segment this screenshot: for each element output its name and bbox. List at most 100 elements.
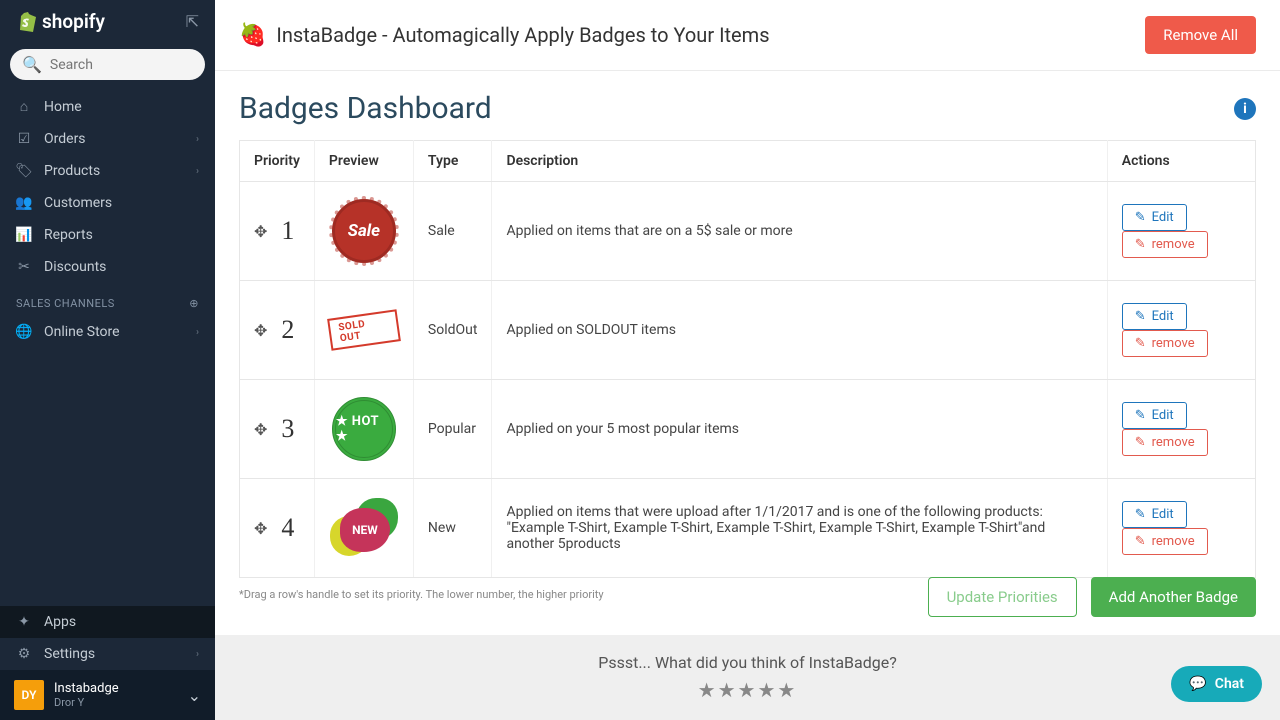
col-type: Type: [413, 141, 492, 182]
priority-number: 1: [281, 216, 294, 246]
badge-preview: SOLD OUT: [329, 295, 399, 365]
badge-preview: NEW: [329, 493, 399, 563]
priority-number: 3: [281, 414, 294, 444]
remove-button[interactable]: ✎remove: [1122, 330, 1208, 357]
add-channel-icon[interactable]: ⊕: [189, 297, 199, 310]
external-link-icon[interactable]: ⇱: [186, 12, 199, 31]
add-badge-button[interactable]: Add Another Badge: [1091, 577, 1256, 617]
pencil-icon: ✎: [1135, 534, 1146, 549]
search-input[interactable]: [50, 57, 228, 73]
avatar: DY: [14, 680, 44, 710]
pencil-icon: ✎: [1135, 408, 1146, 423]
sidebar-item-settings[interactable]: ⚙Settings›: [0, 638, 215, 670]
drag-handle-icon[interactable]: ✥: [254, 420, 267, 439]
chevron-right-icon: ›: [196, 649, 199, 660]
main-content: 🍓 InstaBadge - Automagically Apply Badge…: [215, 0, 1280, 720]
feedback-prompt: Pssst... What did you think of InstaBadg…: [233, 653, 1262, 672]
nav-icon: ☑: [16, 131, 32, 147]
update-priorities-button[interactable]: Update Priorities: [928, 577, 1077, 617]
edit-button[interactable]: ✎Edit: [1122, 501, 1187, 528]
priority-number: 4: [281, 513, 294, 543]
pencil-icon: ✎: [1135, 507, 1146, 522]
pencil-icon: ✎: [1135, 336, 1146, 351]
strawberry-icon: 🍓: [239, 23, 266, 48]
table-row: ✥ 3 ★ HOT ★ PopularApplied on your 5 most p…: [240, 380, 1256, 479]
nav-icon: ⚙: [16, 646, 32, 662]
chevron-right-icon: ›: [196, 166, 199, 177]
badge-description: Applied on items that were upload after …: [492, 479, 1107, 578]
pencil-icon: ✎: [1135, 237, 1146, 252]
chat-widget[interactable]: 💬 Chat: [1171, 666, 1262, 702]
edit-button[interactable]: ✎Edit: [1122, 204, 1187, 231]
sales-channels-header: SALES CHANNELS ⊕: [0, 283, 215, 316]
nav-icon: 👥: [16, 195, 32, 211]
table-row: ✥ 4 NEWNewApplied on items that were uploa…: [240, 479, 1256, 578]
drag-handle-icon[interactable]: ✥: [254, 519, 267, 538]
chevron-right-icon: ›: [196, 134, 199, 145]
sidebar-item-customers[interactable]: 👥Customers: [0, 187, 215, 219]
sidebar-item-products[interactable]: 🏷Products›: [0, 155, 215, 187]
col-actions: Actions: [1107, 141, 1255, 182]
nav-icon: ✂: [16, 259, 32, 275]
sidebar: shopify ⇱ 🔍 ⌂Home☑Orders›🏷Products›👥Cust…: [0, 0, 215, 720]
badge-type: SoldOut: [413, 281, 492, 380]
badge-description: Applied on items that are on a 5$ sale o…: [492, 182, 1107, 281]
account-switcher[interactable]: DY Instabadge Dror Y ⌄: [0, 670, 215, 720]
badge-preview: Sale: [329, 196, 399, 266]
nav-icon: ⌂: [16, 98, 32, 115]
drag-handle-icon[interactable]: ✥: [254, 222, 267, 241]
badges-table: Priority Preview Type Description Action…: [239, 140, 1256, 578]
sidebar-item-orders[interactable]: ☑Orders›: [0, 123, 215, 155]
new-badge-icon: NEW: [330, 498, 398, 558]
col-priority: Priority: [240, 141, 315, 182]
app-header: 🍓 InstaBadge - Automagically Apply Badge…: [215, 0, 1280, 71]
nav-icon: ✦: [16, 614, 32, 630]
sidebar-item-home[interactable]: ⌂Home: [0, 90, 215, 123]
shopify-bag-icon: [16, 11, 36, 33]
badge-type: Popular: [413, 380, 492, 479]
table-row: ✥ 2 SOLD OUT SoldOutApplied on SOLDOUT item…: [240, 281, 1256, 380]
nav-icon: 🏷: [16, 163, 32, 179]
badge-description: Applied on your 5 most popular items: [492, 380, 1107, 479]
feedback-footer: Pssst... What did you think of InstaBadg…: [215, 635, 1280, 720]
col-description: Description: [492, 141, 1107, 182]
drag-handle-icon[interactable]: ✥: [254, 321, 267, 340]
pencil-icon: ✎: [1135, 309, 1146, 324]
badge-type: New: [413, 479, 492, 578]
sidebar-item-reports[interactable]: 📊Reports: [0, 219, 215, 251]
soldout-badge-icon: SOLD OUT: [327, 309, 401, 350]
priority-number: 2: [281, 315, 294, 345]
remove-button[interactable]: ✎remove: [1122, 231, 1208, 258]
remove-all-button[interactable]: Remove All: [1145, 16, 1256, 54]
pencil-icon: ✎: [1135, 435, 1146, 450]
edit-button[interactable]: ✎Edit: [1122, 303, 1187, 330]
info-icon[interactable]: i: [1234, 98, 1256, 120]
pencil-icon: ✎: [1135, 210, 1146, 225]
chat-icon: 💬: [1189, 676, 1206, 692]
search-box[interactable]: 🔍: [10, 49, 205, 80]
badge-type: Sale: [413, 182, 492, 281]
chevron-right-icon: ›: [196, 327, 199, 338]
badge-preview: ★ HOT ★: [329, 394, 399, 464]
remove-button[interactable]: ✎remove: [1122, 429, 1208, 456]
nav-icon: 📊: [16, 227, 32, 243]
sidebar-item-apps[interactable]: ✦Apps: [0, 606, 215, 638]
edit-button[interactable]: ✎Edit: [1122, 402, 1187, 429]
chevron-down-icon: ⌄: [188, 686, 201, 705]
brand-text: shopify: [42, 10, 105, 33]
search-icon: 🔍: [22, 55, 42, 74]
app-title: InstaBadge - Automagically Apply Badges …: [276, 23, 769, 47]
remove-button[interactable]: ✎remove: [1122, 528, 1208, 555]
sale-badge-icon: Sale: [332, 199, 396, 263]
table-row: ✥1SaleSaleApplied on items that are on a…: [240, 182, 1256, 281]
rating-stars[interactable]: ★★★★★: [233, 678, 1262, 702]
col-preview: Preview: [314, 141, 413, 182]
brand-logo[interactable]: shopify: [16, 10, 105, 33]
sidebar-item-discounts[interactable]: ✂Discounts: [0, 251, 215, 283]
hot-badge-icon: ★ HOT ★: [332, 397, 396, 461]
page-title: Badges Dashboard: [239, 91, 492, 126]
priority-hint: *Drag a row's handle to set its priority…: [239, 588, 604, 601]
globe-icon: 🌐: [16, 324, 32, 340]
sidebar-item-online-store[interactable]: 🌐 Online Store ›: [0, 316, 215, 348]
badge-description: Applied on SOLDOUT items: [492, 281, 1107, 380]
